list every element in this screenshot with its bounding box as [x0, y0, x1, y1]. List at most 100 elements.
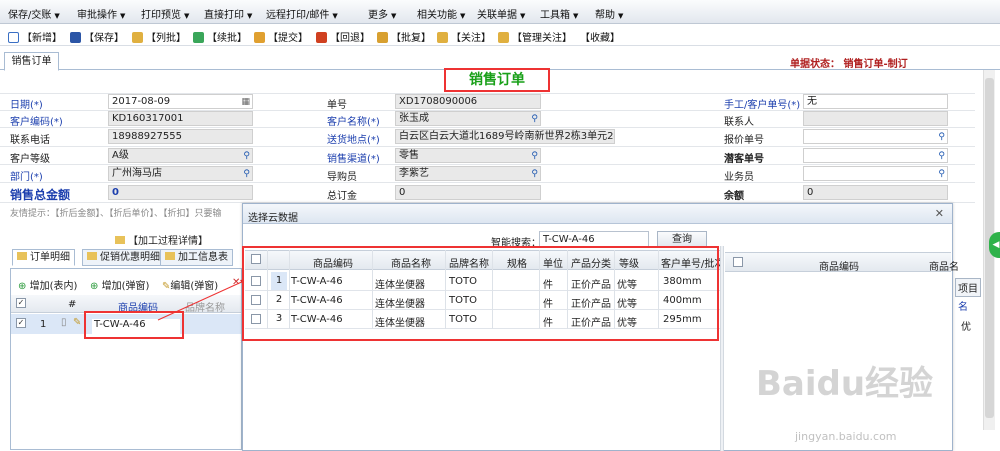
side-panel-toggle-icon[interactable]: ◀	[989, 232, 1000, 258]
button-label: 增加(弹窗)	[101, 281, 150, 292]
menu-linked-docs[interactable]: 关联单据 ▼	[477, 6, 525, 21]
date-field[interactable]: 2017-08-09 ▦	[108, 94, 253, 109]
caret-down-icon: ▼	[54, 12, 60, 20]
department-field[interactable]: 广州海马店 ⚲	[108, 166, 253, 181]
follow-icon	[437, 32, 448, 43]
row-checkbox[interactable]: ✓	[16, 318, 26, 329]
search-icon[interactable]: ⚲	[938, 131, 945, 143]
checkbox-icon: ✓	[16, 298, 26, 308]
sales-channel-field[interactable]: 零售 ⚲	[395, 148, 541, 163]
caret-down-icon: ▼	[120, 12, 126, 20]
watermark-url: jingyan.baidu.com	[795, 430, 897, 443]
menu-toolbox[interactable]: 工具箱 ▼	[540, 6, 578, 21]
manage-follow-button[interactable]: 【管理关注】	[498, 29, 572, 44]
deposit-total-field: 0	[395, 185, 541, 200]
deposit-total-label: 总订金	[327, 191, 357, 202]
continue-icon	[193, 32, 204, 43]
menu-print-preview[interactable]: 打印预览 ▼	[141, 6, 189, 21]
search-icon[interactable]: ⚲	[938, 150, 945, 162]
rollback-icon	[316, 32, 327, 43]
toolbar-label: 【回退】	[330, 33, 370, 44]
divider	[0, 182, 975, 183]
phone-field: 18988927555	[108, 129, 253, 144]
caret-down-icon: ▼	[391, 12, 397, 20]
search-icon[interactable]: ⚲	[531, 168, 538, 180]
menu-direct-print[interactable]: 直接打印 ▼	[204, 6, 252, 21]
guide-label: 导购员	[327, 172, 357, 183]
caret-down-icon: ▼	[247, 12, 253, 20]
search-icon[interactable]: ⚲	[938, 168, 945, 180]
divider	[0, 127, 975, 128]
phone-label: 联系电话	[10, 135, 50, 146]
salesperson-field[interactable]: ⚲	[803, 166, 948, 181]
add-popup-button[interactable]: ⊕ 增加(弹窗)	[90, 277, 149, 292]
menu-save[interactable]: 保存/交账 ▼	[8, 6, 60, 21]
toolbar-label: 【续批】	[207, 33, 247, 44]
process-detail-label: 【加工过程详情】	[128, 236, 208, 247]
follow-button[interactable]: 【关注】	[437, 29, 491, 44]
select-all-checkbox[interactable]	[733, 257, 743, 268]
contact-field	[803, 111, 948, 126]
menu-remote-print[interactable]: 远程打印/邮件 ▼	[266, 6, 338, 21]
guide-field[interactable]: 李紫艺 ⚲	[395, 166, 541, 181]
toolbar: 【新增】 【保存】 【列批】 【续批】 【提交】 【回退】 【批复】 【关注】 …	[0, 24, 1000, 46]
process-detail-button[interactable]: 【加工过程详情】	[115, 232, 208, 247]
menu-help[interactable]: 帮助 ▼	[595, 6, 623, 21]
search-icon[interactable]: ⚲	[531, 113, 538, 125]
tab-order-detail[interactable]: 订单明细	[12, 249, 75, 266]
toolbar-label: 【新增】	[22, 33, 62, 44]
toolbar-label: 【关注】	[451, 33, 491, 44]
menu-label: 打印预览	[141, 10, 181, 21]
document-status: 单据状态： 销售订单-制订	[790, 59, 908, 70]
tab-promotion-detail[interactable]: 促销优惠明细	[82, 249, 165, 266]
select-all-checkbox[interactable]: ✓	[16, 298, 26, 309]
add-icon: ⊕	[18, 281, 27, 292]
menu-label: 相关功能	[417, 10, 457, 21]
continue-approve-button[interactable]: 【续批】	[193, 29, 247, 44]
caret-down-icon: ▼	[184, 12, 190, 20]
submit-button[interactable]: 【提交】	[254, 29, 308, 44]
toolbar-label: 【收藏】	[580, 33, 620, 44]
folder-icon	[17, 252, 27, 260]
menu-approval[interactable]: 审批操作 ▼	[77, 6, 125, 21]
list-approve-button[interactable]: 【列批】	[132, 29, 186, 44]
toolbar-label: 【提交】	[268, 33, 308, 44]
new-button[interactable]: 【新增】	[8, 29, 62, 44]
quote-no-field[interactable]: ⚲	[803, 129, 948, 144]
address-field[interactable]: 白云区白云大道北1689号岭南新世界2栋3单元2楼02之	[395, 129, 615, 144]
order-no-field: XD1708090006	[395, 94, 541, 109]
rollback-button[interactable]: 【回退】	[316, 29, 370, 44]
submit-icon	[254, 32, 265, 43]
search-icon[interactable]: ⚲	[531, 150, 538, 162]
customer-level-value: A级	[112, 150, 129, 161]
calendar-icon[interactable]: ▦	[241, 96, 250, 108]
form-title: 销售订单	[444, 68, 550, 92]
search-icon[interactable]: ⚲	[243, 150, 250, 162]
menu-more[interactable]: 更多 ▼	[368, 6, 396, 21]
add-inline-button[interactable]: ⊕ 增加(表内)	[18, 277, 77, 292]
doc-icon[interactable]: ▯	[61, 317, 67, 328]
customer-level-field[interactable]: A级 ⚲	[108, 148, 253, 163]
manual-no-field[interactable]: 无	[803, 94, 948, 109]
reply-button[interactable]: 【批复】	[377, 29, 431, 44]
quote-no-label: 报价单号	[724, 135, 764, 146]
splitter-handle[interactable]	[720, 246, 724, 451]
col-product-name: 商品名	[929, 262, 959, 273]
edit-icon[interactable]: ✎	[73, 317, 81, 328]
tab-sales-order[interactable]: 销售订单	[4, 52, 59, 71]
customer-name-field[interactable]: 张玉成 ⚲	[395, 111, 541, 126]
menu-label: 保存/交账	[8, 10, 52, 21]
tab-label: 促销优惠明细	[100, 252, 160, 263]
menu-related[interactable]: 相关功能 ▼	[417, 6, 465, 21]
save-button[interactable]: 【保存】	[70, 29, 124, 44]
col-product-code: 商品编码	[819, 262, 859, 273]
potential-no-field[interactable]: ⚲	[803, 148, 948, 163]
search-icon[interactable]: ⚲	[243, 168, 250, 180]
project-button[interactable]: 项目	[955, 278, 981, 297]
total-amount-field: 0	[108, 185, 253, 200]
toolbar-label: 【批复】	[391, 33, 431, 44]
close-icon[interactable]: ✕	[935, 207, 944, 220]
collect-button[interactable]: 【收藏】	[580, 29, 620, 44]
tab-processing-info[interactable]: 加工信息表	[160, 249, 233, 266]
guide-value: 李紫艺	[399, 168, 429, 179]
